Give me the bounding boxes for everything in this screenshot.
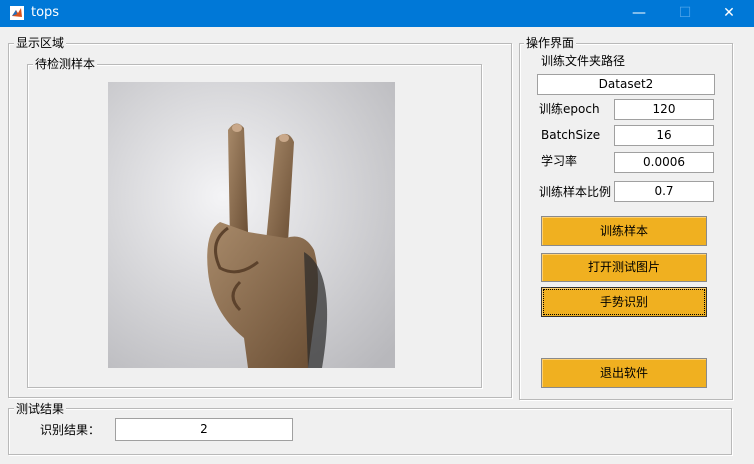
minimize-icon: — [632,5,646,21]
matlab-logo-icon [10,6,24,20]
test-result-legend: 测试结果 [14,402,67,416]
maximize-icon: ☐ [678,5,692,21]
recognition-result-field[interactable]: 2 [115,418,293,441]
path-label: 训练文件夹路径 [541,54,626,68]
recognition-result-label: 识别结果： [40,423,101,437]
gesture-recognition-button[interactable]: 手势识别 [541,287,707,317]
title-bar: tops — ☐ ✕ [0,0,754,27]
train-samples-button[interactable]: 训练样本 [541,216,707,246]
sample-panel-legend: 待检测样本 [33,57,98,71]
close-button[interactable]: ✕ [706,0,752,27]
sample-image [108,82,395,368]
batchsize-field[interactable]: 16 [614,125,714,146]
path-field[interactable]: Dataset2 [537,74,715,95]
learning-rate-field[interactable]: 0.0006 [614,152,714,173]
train-ratio-label: 训练样本比例 [539,185,612,199]
train-ratio-field[interactable]: 0.7 [614,181,714,202]
epoch-field[interactable]: 120 [614,99,714,120]
window-title: tops [31,5,60,20]
close-icon: ✕ [723,5,735,21]
open-test-image-button[interactable]: 打开测试图片 [541,253,707,282]
minimize-button[interactable]: — [616,0,662,27]
hand-gesture-icon [108,82,395,368]
maximize-button[interactable]: ☐ [662,0,708,27]
learning-rate-label: 学习率 [541,154,578,168]
epoch-label: 训练epoch [539,102,600,116]
operations-legend: 操作界面 [524,36,577,50]
exit-button[interactable]: 退出软件 [541,358,707,388]
display-area-legend: 显示区域 [14,36,67,50]
batchsize-label: BatchSize [541,128,601,142]
